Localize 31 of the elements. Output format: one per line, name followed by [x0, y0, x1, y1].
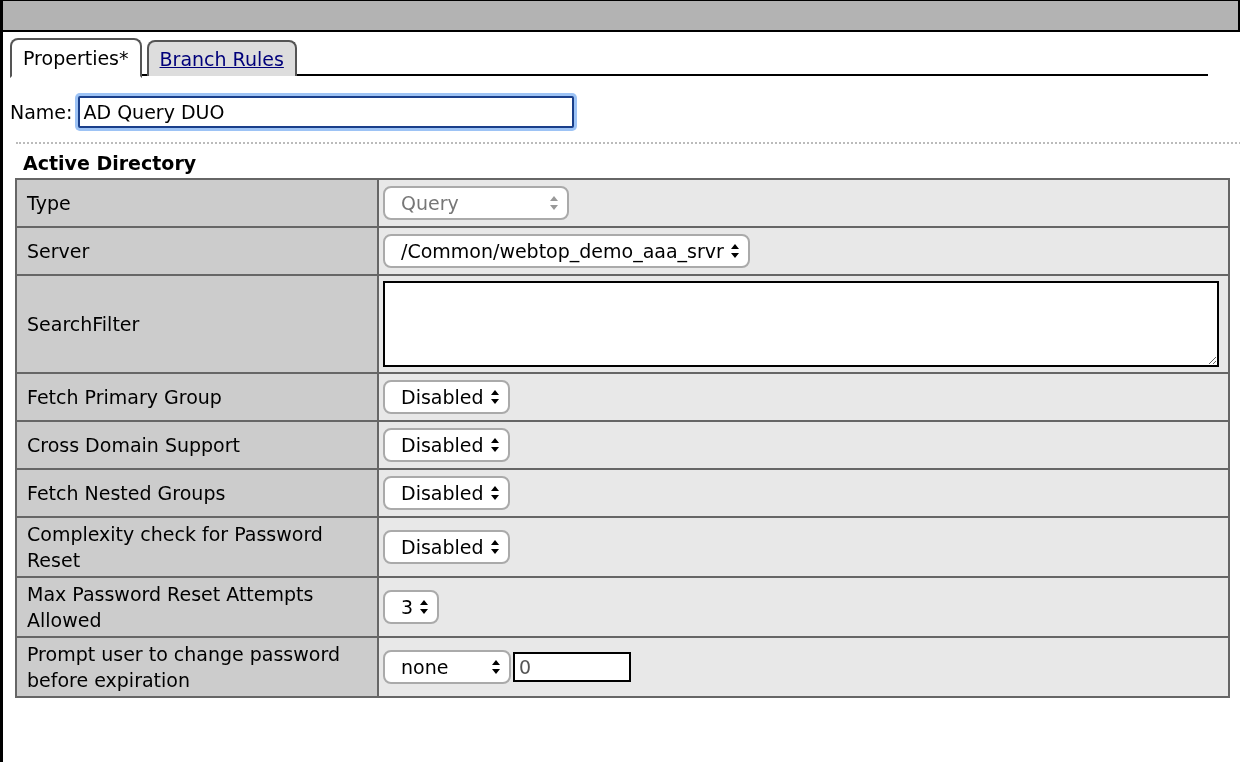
dropdown[interactable]: Disabled: [383, 428, 510, 462]
updown-icon: [489, 485, 500, 501]
dropdown[interactable]: /Common/webtop_demo_aaa_srvr: [383, 234, 750, 268]
name-field[interactable]: AD Query DUO: [78, 96, 575, 128]
field-label: Complexity check for Password Reset: [16, 517, 378, 577]
field-label: Fetch Nested Groups: [16, 469, 378, 517]
updown-icon: [419, 599, 430, 615]
field-label: Server: [16, 227, 378, 275]
field-label: Fetch Primary Group: [16, 373, 378, 421]
name-label: Name:: [10, 101, 73, 123]
updown-icon: [489, 389, 500, 405]
section-title: Active Directory: [22, 151, 198, 176]
tab[interactable]: Branch Rules: [146, 40, 297, 76]
field-label: Cross Domain Support: [16, 421, 378, 469]
field-label: Type: [16, 179, 378, 227]
tab[interactable]: Properties*: [10, 38, 142, 78]
field-label: SearchFilter: [16, 275, 378, 373]
updown-icon: [489, 437, 500, 453]
updown-icon: [489, 539, 500, 555]
field-label: Prompt user to change password before expiration: [16, 637, 378, 697]
input-field[interactable]: 0: [513, 652, 631, 682]
field-label: Max Password Reset Attempts Allowed: [16, 577, 378, 637]
search-filter-field[interactable]: [383, 281, 1219, 367]
updown-icon: [729, 243, 740, 259]
dropdown[interactable]: Disabled: [383, 476, 510, 510]
dropdown[interactable]: 3: [383, 590, 440, 624]
dropdown[interactable]: Disabled: [383, 530, 510, 564]
updown-icon: [491, 659, 501, 675]
dropdown[interactable]: none: [383, 650, 511, 684]
updown-icon: [549, 195, 559, 211]
dropdown[interactable]: Disabled: [383, 380, 510, 414]
